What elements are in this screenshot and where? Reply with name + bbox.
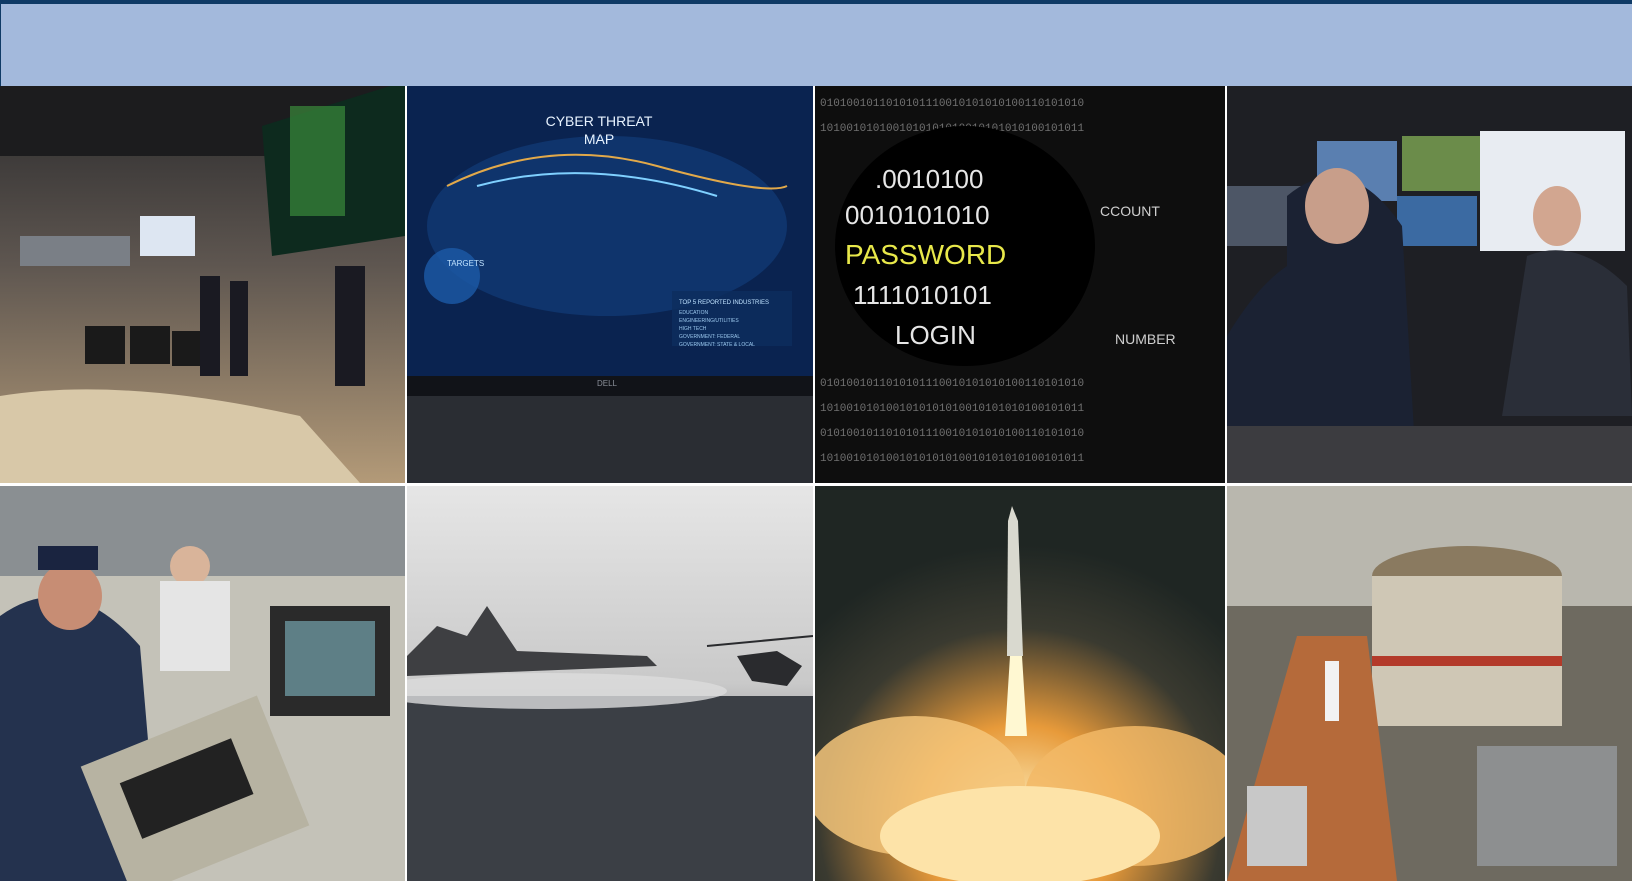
svg-text:010100101101010111001010101010: 0101001011010101110010101010100110101010 [820, 378, 1084, 390]
industry-5: GOVERNMENT: STATE & LOCAL [679, 342, 755, 348]
svg-text:010100101101010111001010101010: 0101001011010101110010101010100110101010 [820, 98, 1084, 110]
photo-grid: CYBER THREAT MAP TARGETS TOP 5 REPORTED … [0, 86, 1632, 881]
industry-1: EDUCATION [679, 310, 708, 316]
svg-text:101001010100101010101001010101: 1010010101001010101010010101010100101011 [820, 453, 1084, 465]
svg-text:010100101101010111001010101010: 0101001011010101110010101010100110101010 [820, 428, 1084, 440]
industry-4: GOVERNMENT: FEDERAL [679, 334, 740, 340]
header-banner [0, 0, 1632, 86]
binary-row2: 0010101010 [845, 200, 990, 230]
binary-row1: .0010100 [875, 164, 983, 194]
laptop-brand: DELL [597, 379, 618, 388]
collage-frame: CYBER THREAT MAP TARGETS TOP 5 REPORTED … [0, 0, 1632, 881]
missile-launch-photo [815, 486, 1225, 881]
control-room-photo [1227, 86, 1632, 483]
password-word: PASSWORD [845, 239, 1006, 270]
map-title-line1: CYBER THREAT [546, 113, 653, 129]
ops-center-photo [0, 86, 405, 483]
login-word: LOGIN [895, 320, 976, 350]
cyber-threat-map-photo: CYBER THREAT MAP TARGETS TOP 5 REPORTED … [407, 86, 813, 483]
binary-password-photo: 0101001011010101110010101010100110101010… [815, 86, 1225, 483]
svg-text:101001010100101010101001010101: 1010010101001010101010010101010100101011 [820, 403, 1084, 415]
binary-row4: 1111010101 [853, 280, 992, 310]
map-title-line2: MAP [584, 131, 614, 147]
top5-label: TOP 5 REPORTED INDUSTRIES [679, 300, 769, 306]
targets-label: TARGETS [447, 259, 484, 268]
industry-2: ENGINEERING/UTILITIES [679, 318, 739, 324]
number-word: NUMBER [1115, 331, 1176, 347]
reactor-hall-photo [1227, 486, 1632, 881]
ship-console-photo [0, 486, 405, 881]
account-word: CCOUNT [1100, 203, 1160, 219]
industry-3: HIGH TECH [679, 326, 707, 332]
carrier-sea-photo [407, 486, 813, 881]
